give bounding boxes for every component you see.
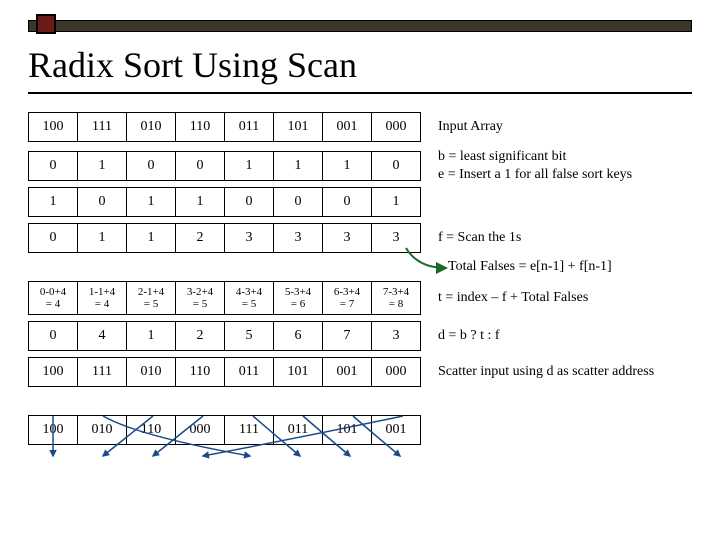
cell: 1 <box>28 187 78 217</box>
cell: 000 <box>371 112 421 142</box>
cells-t: 0-0+4= 4 1-1+4= 4 2-1+4= 5 3-2+4= 5 4-3+… <box>28 281 420 315</box>
cell: 3-2+4= 5 <box>175 281 225 315</box>
cell: 5 <box>224 321 274 351</box>
cell: 100 <box>28 112 78 142</box>
cell: 010 <box>77 415 127 445</box>
cell: 000 <box>175 415 225 445</box>
cell: 111 <box>77 112 127 142</box>
cell: 110 <box>175 357 225 387</box>
row-e: 1 0 1 1 0 0 0 1 <box>28 187 704 217</box>
cell: 3 <box>322 223 372 253</box>
cell: 1 <box>126 187 176 217</box>
cell: 1 <box>126 321 176 351</box>
cell: 2 <box>175 321 225 351</box>
arrow-gap <box>28 393 704 415</box>
row-input: 100 111 010 110 011 101 001 000 Input Ar… <box>28 112 704 142</box>
cell: 0 <box>371 151 421 181</box>
cell: 1 <box>322 151 372 181</box>
note-e-line: e = Insert a 1 for all false sort keys <box>438 167 632 182</box>
cell: 1 <box>273 151 323 181</box>
cell: 011 <box>273 415 323 445</box>
cell: 4-3+4= 5 <box>224 281 274 315</box>
cell: 0 <box>273 187 323 217</box>
cell: 111 <box>77 357 127 387</box>
cell: 001 <box>371 415 421 445</box>
cell: 101 <box>273 112 323 142</box>
title-rule <box>28 92 692 94</box>
cell: 1-1+4= 4 <box>77 281 127 315</box>
row-d: 0 4 1 2 5 6 7 3 d = b ? t : f <box>28 321 704 351</box>
page-title: Radix Sort Using Scan <box>28 44 357 86</box>
cell: 0 <box>175 151 225 181</box>
note-input: Input Array <box>438 118 503 136</box>
note-b-line1: b = least significant bit <box>438 149 566 164</box>
cell: 101 <box>273 357 323 387</box>
cell: 011 <box>224 357 274 387</box>
cell: 0-0+4= 4 <box>28 281 78 315</box>
cell: 1 <box>175 187 225 217</box>
cell: 0 <box>28 321 78 351</box>
cell: 4 <box>77 321 127 351</box>
cell: 101 <box>322 415 372 445</box>
cell: 110 <box>175 112 225 142</box>
cell: 3 <box>371 321 421 351</box>
cells-b: 0 1 0 0 1 1 1 0 <box>28 151 420 181</box>
cell: 1 <box>77 151 127 181</box>
decor-bar <box>28 20 692 32</box>
cell: 7 <box>322 321 372 351</box>
cell: 110 <box>126 415 176 445</box>
cell: 6 <box>273 321 323 351</box>
cell: 3 <box>224 223 274 253</box>
cell: 7-3+4= 8 <box>371 281 421 315</box>
cell: 1 <box>371 187 421 217</box>
cells-f: 0 1 1 2 3 3 3 3 <box>28 223 420 253</box>
row-scatter-in: 100 111 010 110 011 101 001 000 Scatter … <box>28 357 704 387</box>
cell: 0 <box>126 151 176 181</box>
cell: 0 <box>28 151 78 181</box>
cell: 010 <box>126 357 176 387</box>
note-total-falses: Total Falses = e[n-1] + f[n-1] <box>448 259 704 275</box>
cell: 001 <box>322 357 372 387</box>
note-scatter: Scatter input using d as scatter address <box>438 363 654 381</box>
row-scatter-out: 100 010 110 000 111 011 101 001 <box>28 415 704 445</box>
cell: 0 <box>322 187 372 217</box>
row-b: 0 1 0 0 1 1 1 0 b = least significant bi… <box>28 148 704 183</box>
row-t: 0-0+4= 4 1-1+4= 4 2-1+4= 5 3-2+4= 5 4-3+… <box>28 281 704 315</box>
cell: 3 <box>273 223 323 253</box>
content: 100 111 010 110 011 101 001 000 Input Ar… <box>28 112 704 451</box>
cells-scatter-out: 100 010 110 000 111 011 101 001 <box>28 415 420 445</box>
cell: 5-3+4= 6 <box>273 281 323 315</box>
cell: 0 <box>77 187 127 217</box>
cell: 011 <box>224 112 274 142</box>
cell: 2 <box>175 223 225 253</box>
cell: 6-3+4= 7 <box>322 281 372 315</box>
cell: 010 <box>126 112 176 142</box>
cells-scatter-in: 100 111 010 110 011 101 001 000 <box>28 357 420 387</box>
cell: 1 <box>224 151 274 181</box>
cell: 0 <box>224 187 274 217</box>
note-d: d = b ? t : f <box>438 327 500 345</box>
cell: 1 <box>77 223 127 253</box>
note-t: t = index – f + Total Falses <box>438 289 588 307</box>
cell: 100 <box>28 357 78 387</box>
note-b: b = least significant bit e = Insert a 1… <box>438 148 632 183</box>
cell: 2-1+4= 5 <box>126 281 176 315</box>
row-f: 0 1 1 2 3 3 3 3 f = Scan the 1s <box>28 223 704 253</box>
cell: 3 <box>371 223 421 253</box>
decor-bullet <box>36 14 56 34</box>
note-f: f = Scan the 1s <box>438 229 521 247</box>
cells-d: 0 4 1 2 5 6 7 3 <box>28 321 420 351</box>
cell: 0 <box>28 223 78 253</box>
cell: 111 <box>224 415 274 445</box>
cells-input: 100 111 010 110 011 101 001 000 <box>28 112 420 142</box>
cell: 1 <box>126 223 176 253</box>
cell: 001 <box>322 112 372 142</box>
cell: 000 <box>371 357 421 387</box>
cell: 100 <box>28 415 78 445</box>
cells-e: 1 0 1 1 0 0 0 1 <box>28 187 420 217</box>
